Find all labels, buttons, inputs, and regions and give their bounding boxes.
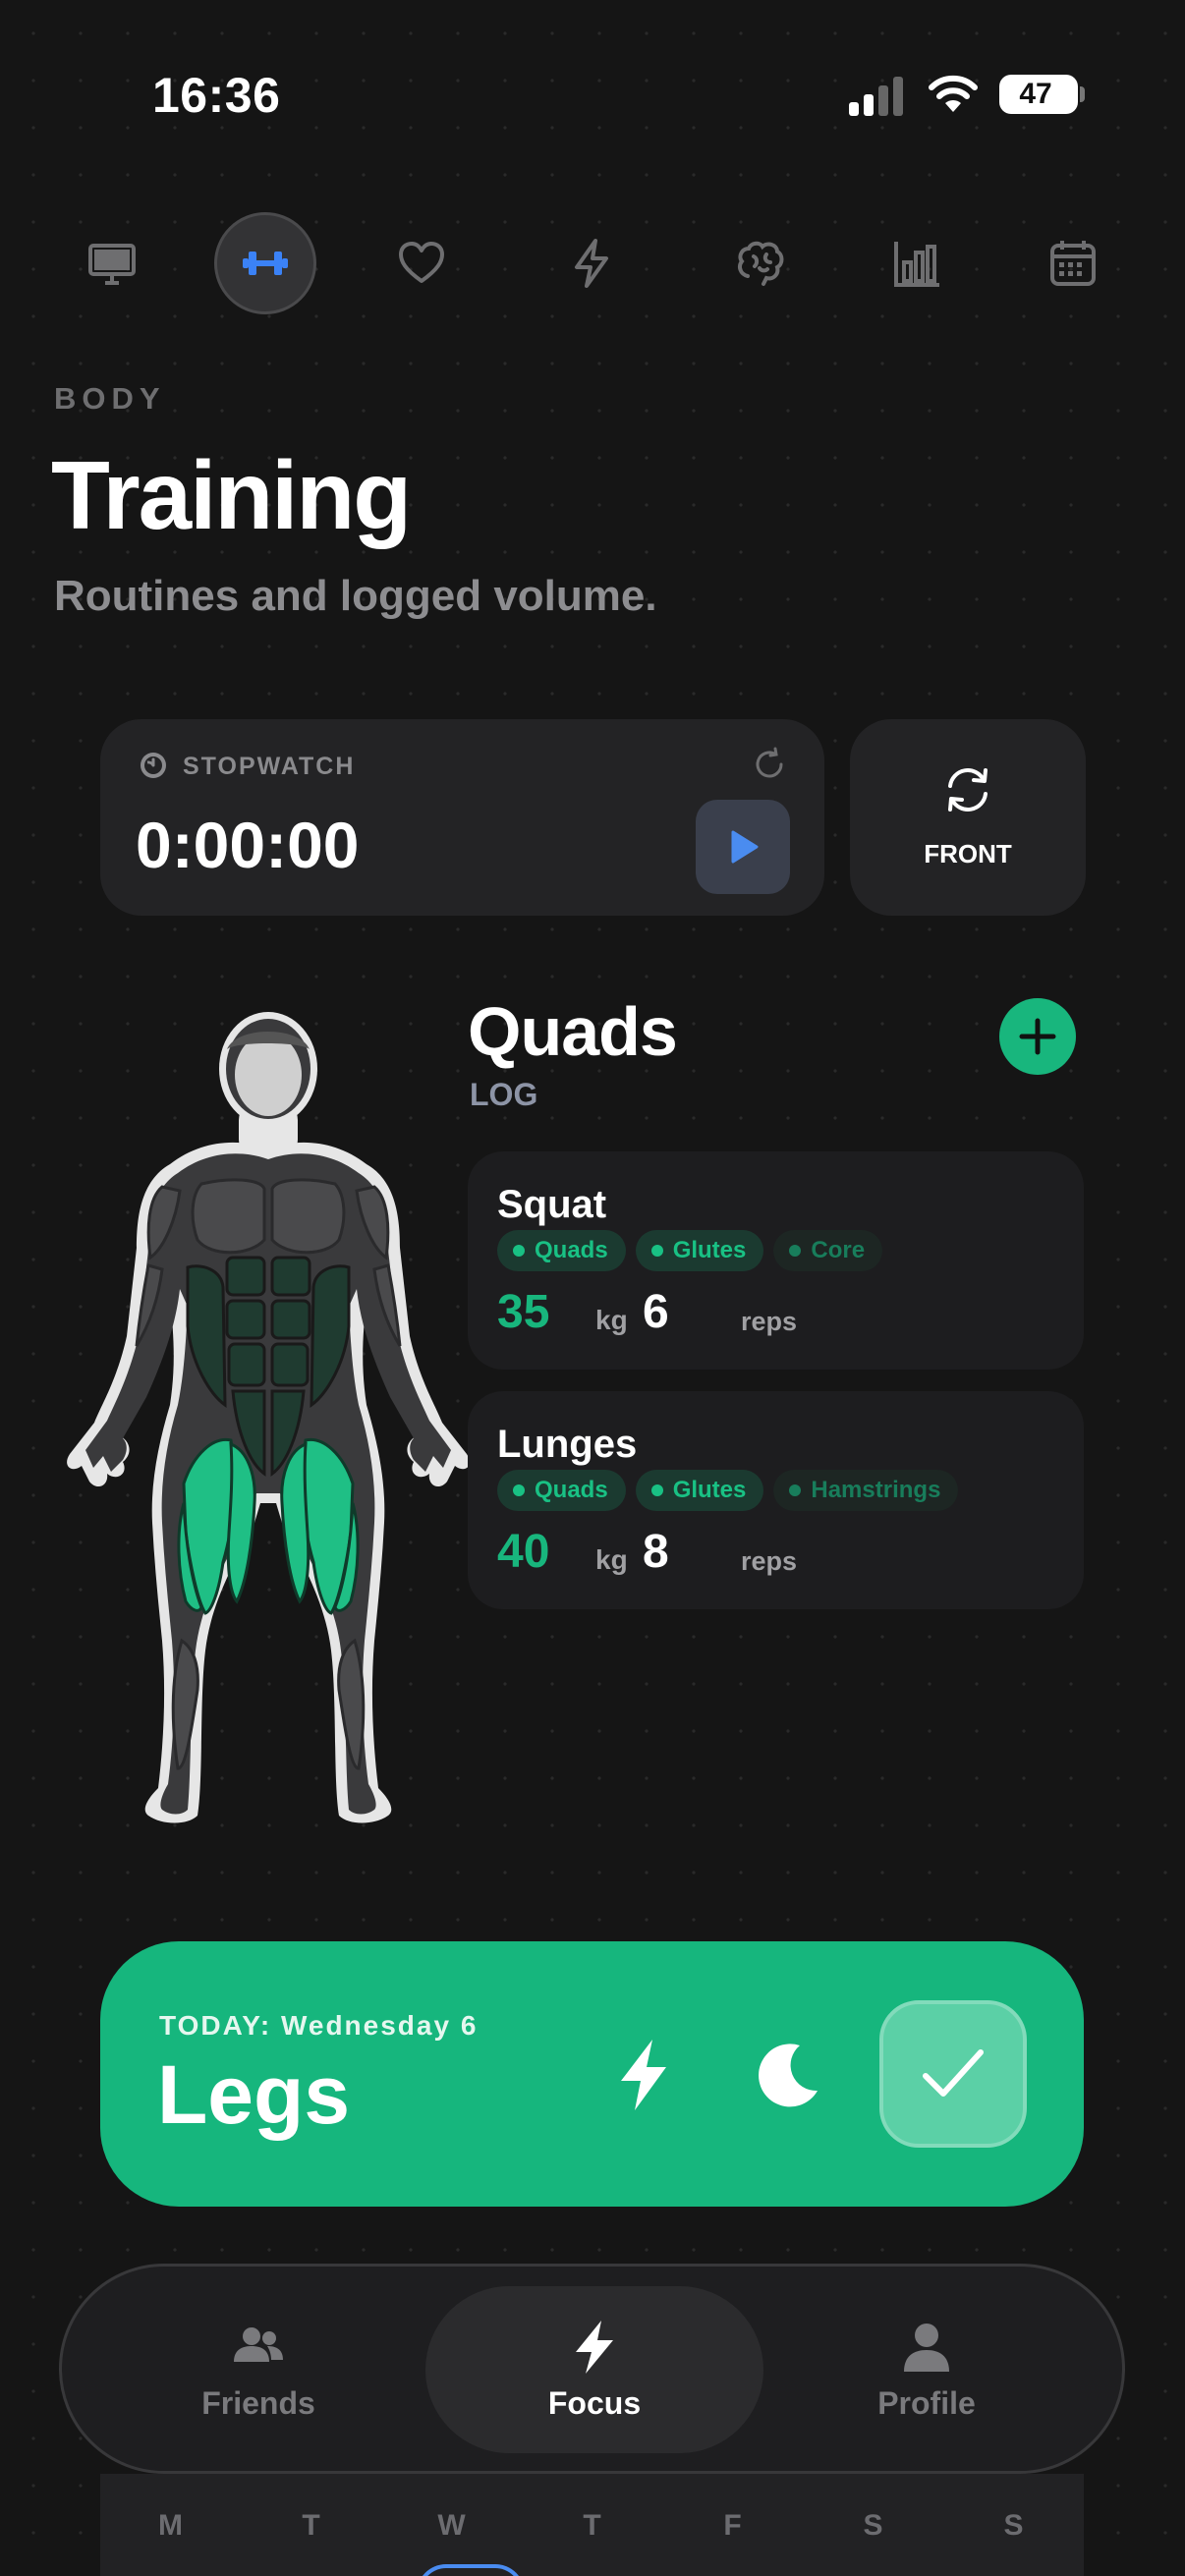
muscle-tag: Core (773, 1230, 883, 1271)
week-day[interactable]: S (943, 2509, 1084, 2543)
reset-icon[interactable] (752, 747, 787, 782)
stopwatch-time: 0:00:00 (136, 809, 360, 881)
muscle-tag: Glutes (635, 1470, 764, 1511)
bolt-icon[interactable] (609, 2036, 678, 2114)
today-workout-card[interactable]: TODAY: Wednesday 6 Legs (100, 1941, 1084, 2207)
muscle-tags: Quads Glutes Hamstrings (497, 1470, 959, 1511)
week-day[interactable]: T (522, 2509, 662, 2543)
battery-percent: 47 (1019, 78, 1052, 110)
stopwatch-card: STOPWATCH 0:00:00 (100, 719, 824, 916)
exercise-name: Lunges (497, 1423, 638, 1466)
complete-button[interactable] (879, 2000, 1027, 2148)
week-day[interactable]: T (241, 2509, 381, 2543)
view-toggle-label: FRONT (924, 839, 1012, 868)
exercise-card[interactable]: Lunges Quads Glutes Hamstrings 40 kg 8 r… (468, 1391, 1084, 1609)
monitor-icon[interactable] (61, 212, 163, 314)
muscle-tags: Quads Glutes Core (497, 1230, 883, 1271)
stopwatch-icon (141, 753, 166, 778)
rotate-icon (948, 768, 988, 812)
bolt-icon (576, 2320, 613, 2374)
weight-value: 35 (497, 1286, 550, 1338)
heart-icon[interactable] (370, 212, 473, 314)
page-title: Training (51, 441, 412, 549)
selected-day-indicator (417, 2564, 525, 2576)
dumbbell-icon[interactable] (214, 212, 316, 314)
muscle-tag: Quads (497, 1230, 626, 1271)
brain-icon[interactable] (709, 212, 812, 314)
reps-unit: reps (741, 1546, 798, 1576)
plus-icon (1019, 1018, 1056, 1055)
page-subtitle: Routines and logged volume. (54, 572, 657, 620)
week-day[interactable]: F (662, 2509, 803, 2543)
week-day[interactable]: M (100, 2509, 241, 2543)
wifi-icon (929, 75, 978, 112)
reps-value: 6 (643, 1286, 669, 1338)
muscle-map-figure[interactable] (54, 1012, 486, 1847)
nav-profile-label: Profile (877, 2384, 976, 2421)
nav-profile[interactable]: Profile (789, 2286, 1064, 2453)
view-toggle-button[interactable]: FRONT (850, 719, 1086, 916)
status-time: 16:36 (152, 68, 281, 123)
profile-icon (904, 2323, 949, 2372)
bar-chart-icon[interactable] (867, 212, 969, 314)
week-day[interactable]: S (803, 2509, 943, 2543)
bottom-nav: Friends Focus Profile (59, 2264, 1125, 2474)
play-icon (731, 830, 759, 864)
calendar-icon[interactable] (1022, 212, 1124, 314)
exercise-card[interactable]: Squat Quads Glutes Core 35 kg 6 reps (468, 1151, 1084, 1370)
section-eyebrow: BODY (54, 381, 166, 416)
weight-value: 40 (497, 1526, 550, 1578)
nav-friends-label: Friends (201, 2384, 315, 2421)
moon-icon[interactable] (749, 2036, 827, 2114)
weight-unit: kg (595, 1544, 628, 1575)
reps-value: 8 (643, 1526, 669, 1578)
muscle-tag: Quads (497, 1470, 626, 1511)
nav-focus-label: Focus (547, 2384, 642, 2421)
week-day[interactable]: W (381, 2509, 522, 2543)
nav-focus[interactable]: Focus (425, 2286, 763, 2453)
muscle-tag: Hamstrings (773, 1470, 959, 1511)
stopwatch-label: STOPWATCH (183, 753, 356, 780)
check-icon (923, 2049, 984, 2097)
exercise-name: Squat (497, 1183, 607, 1226)
play-button[interactable] (696, 800, 790, 894)
today-title: Legs (157, 2048, 351, 2141)
muscle-tag: Glutes (635, 1230, 764, 1271)
muscle-title: Quads (468, 993, 678, 1070)
weight-unit: kg (595, 1305, 628, 1335)
week-strip: M T W T F S S (100, 2474, 1084, 2576)
nav-friends[interactable]: Friends (121, 2286, 396, 2453)
friends-icon (234, 2326, 283, 2362)
today-label: TODAY: Wednesday 6 (159, 2010, 479, 2041)
add-exercise-button[interactable] (999, 998, 1076, 1075)
log-label: LOG (470, 1077, 538, 1112)
battery-icon: 47 (999, 75, 1085, 114)
reps-unit: reps (741, 1307, 798, 1336)
bolt-icon[interactable] (540, 212, 643, 314)
cellular-signal-icon (849, 77, 903, 116)
